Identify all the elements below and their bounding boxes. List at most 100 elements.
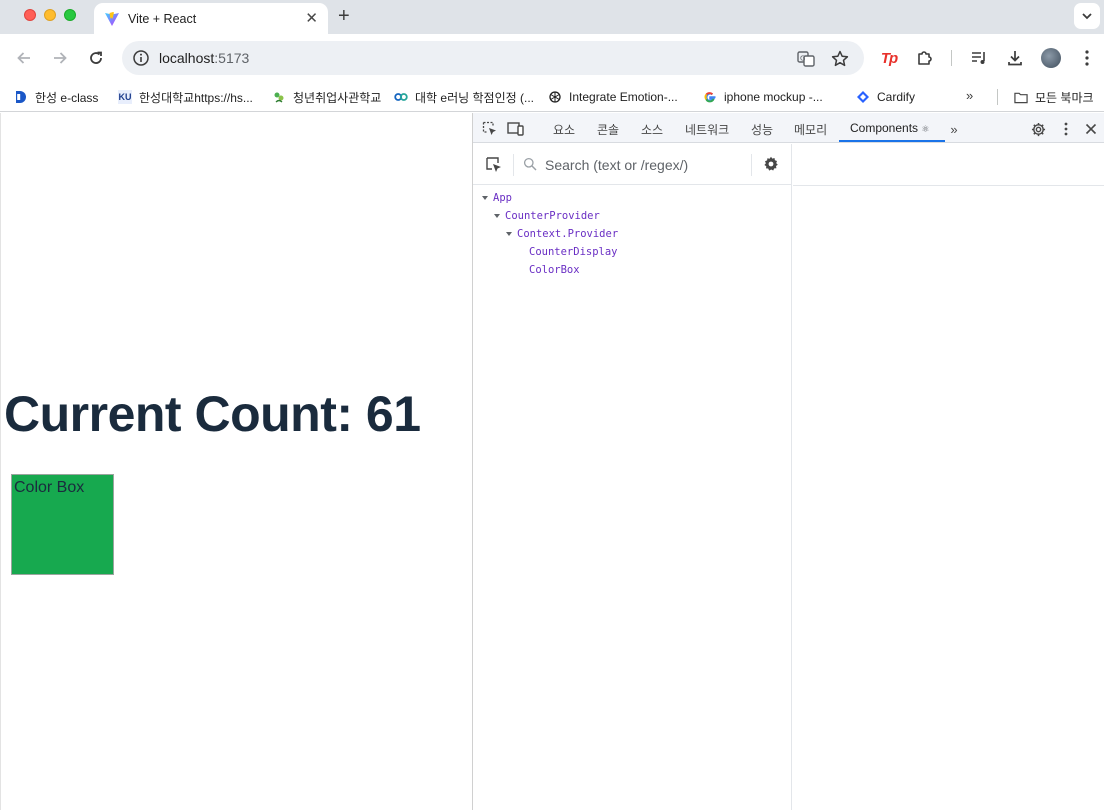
translate-icon[interactable]: G xyxy=(796,49,816,69)
devtools-tab-console[interactable]: 콘솔 xyxy=(597,121,619,138)
browser-tab-active[interactable]: Vite + React ✕ xyxy=(94,3,328,34)
tree-node-label: ColorBox xyxy=(529,264,580,276)
chevron-down-icon xyxy=(1082,13,1092,20)
youth-academy-icon xyxy=(272,90,286,104)
bookmark-hansung-univ[interactable]: KU 한성대학교https://hs... xyxy=(118,88,253,106)
devtools-tab-components[interactable]: Components ⚛ xyxy=(850,121,929,135)
site-info-icon[interactable] xyxy=(132,49,150,67)
tree-node-counter-provider[interactable]: CounterProvider xyxy=(494,207,600,225)
tree-node-color-box[interactable]: ColorBox xyxy=(529,261,580,279)
all-bookmarks-label: 모든 북마크 xyxy=(1035,90,1094,105)
browser-menu-button[interactable] xyxy=(1076,47,1098,69)
arrow-left-icon xyxy=(17,52,30,64)
folder-icon xyxy=(1014,90,1028,104)
forward-button[interactable] xyxy=(48,46,72,70)
inspect-element-icon[interactable] xyxy=(481,120,499,138)
address-host: localhost xyxy=(159,50,215,66)
all-bookmarks-folder[interactable]: 모든 북마크 xyxy=(1014,88,1094,106)
tree-node-context-provider[interactable]: Context.Provider xyxy=(506,225,618,243)
components-tab-label: Components xyxy=(850,121,919,135)
kebab-menu-icon xyxy=(1085,50,1089,66)
close-window-button[interactable] xyxy=(24,9,36,21)
tab-strip: Vite + React ✕ + xyxy=(0,0,1104,34)
address-port: :5173 xyxy=(214,50,250,66)
devtools-tab-network[interactable]: 네트워크 xyxy=(685,121,729,138)
download-icon[interactable] xyxy=(1004,47,1026,69)
tp-extension-icon[interactable]: Tp xyxy=(878,47,900,69)
browser-toolbar: localhost:5173 G Tp xyxy=(0,34,1104,82)
components-search-input[interactable] xyxy=(545,155,745,175)
tree-node-counter-display[interactable]: CounterDisplay xyxy=(529,243,618,261)
bookmark-label: 한성 e-class xyxy=(35,90,99,105)
svg-text:G: G xyxy=(800,55,805,63)
bookmark-elearning[interactable]: 대학 e러닝 학점인정 (... xyxy=(394,88,534,106)
bookmark-label: 청년취업사관학교 xyxy=(293,90,382,105)
select-component-icon[interactable] xyxy=(485,156,503,174)
bookmark-hansung-eclass[interactable]: 한성 e-class xyxy=(14,88,98,106)
gear-icon[interactable] xyxy=(763,156,779,172)
bookmark-label: iphone mockup -... xyxy=(724,90,823,104)
extensions-puzzle-icon[interactable] xyxy=(914,47,936,69)
minimize-window-button[interactable] xyxy=(44,9,56,21)
bookmark-label: 한성대학교https://hs... xyxy=(139,90,253,105)
tree-node-label: Context.Provider xyxy=(517,228,619,240)
elearning-icon xyxy=(394,90,408,104)
page-viewport: Current Count: 61 Color Box xyxy=(0,113,472,810)
devtools-tab-bar: 요소 콘솔 소스 네트워크 성능 메모리 Components ⚛ » xyxy=(473,113,1104,143)
profile-avatar[interactable] xyxy=(1040,47,1062,69)
avatar xyxy=(1041,48,1061,68)
arrow-right-icon xyxy=(54,52,67,64)
openai-icon xyxy=(548,90,562,104)
tab-close-icon[interactable]: ✕ xyxy=(305,11,318,26)
tab-search-button[interactable] xyxy=(1074,3,1100,29)
new-tab-button[interactable]: + xyxy=(338,6,350,26)
tab-title: Vite + React xyxy=(128,11,197,26)
tree-node-label: App xyxy=(493,192,512,204)
cardify-icon xyxy=(856,90,870,104)
tree-node-app[interactable]: App xyxy=(482,189,512,207)
bookmarks-divider xyxy=(997,89,998,105)
more-tabs-icon[interactable]: » xyxy=(945,120,963,138)
react-icon: ⚛ xyxy=(921,124,930,134)
tree-node-label: CounterProvider xyxy=(505,210,600,222)
caret-down-icon[interactable] xyxy=(506,232,512,236)
devtools-close-icon[interactable] xyxy=(1082,120,1100,138)
google-icon xyxy=(703,90,717,104)
fullscreen-window-button[interactable] xyxy=(64,9,76,21)
bookmark-iphone-mockup[interactable]: iphone mockup -... xyxy=(703,88,823,106)
bookmark-star-icon[interactable] xyxy=(830,49,850,69)
devtools-tab-performance[interactable]: 성능 xyxy=(751,121,773,138)
color-box-label: Color Box xyxy=(14,479,85,496)
devtools-panel: 요소 콘솔 소스 네트워크 성능 메모리 Components ⚛ » Sear… xyxy=(472,113,1104,810)
device-toolbar-icon[interactable] xyxy=(507,120,525,138)
reload-icon xyxy=(90,51,102,64)
devtools-tab-elements[interactable]: 요소 xyxy=(553,121,575,138)
bookmarks-bar: 한성 e-class KU 한성대학교https://hs... 청년취업사관학… xyxy=(0,82,1104,112)
component-details-header xyxy=(793,144,1104,186)
bookmarks-overflow-icon[interactable]: » xyxy=(966,88,973,103)
bookmark-youth-academy[interactable]: 청년취업사관학교 xyxy=(272,88,381,106)
settings-divider xyxy=(751,154,752,176)
bookmark-label: 대학 e러닝 학점인정 (... xyxy=(415,90,534,105)
bookmark-integrate-emotion[interactable]: Integrate Emotion-... xyxy=(548,88,678,106)
bookmark-cardify[interactable]: Cardify xyxy=(856,88,915,106)
hansung-eclass-icon xyxy=(14,90,28,104)
devtools-tab-memory[interactable]: 메모리 xyxy=(794,121,827,138)
components-search-bar xyxy=(473,144,792,185)
media-control-icon[interactable] xyxy=(968,47,990,69)
devtools-menu-icon[interactable] xyxy=(1057,120,1075,138)
address-text[interactable]: localhost:5173 xyxy=(159,50,249,66)
search-icon xyxy=(523,157,537,171)
current-count-heading: Current Count: 61 xyxy=(4,386,421,442)
hansung-univ-icon: KU xyxy=(118,90,132,104)
devtools-tab-sources[interactable]: 소스 xyxy=(641,121,663,138)
back-button[interactable] xyxy=(12,46,36,70)
bookmark-label: Cardify xyxy=(877,90,916,104)
vite-icon xyxy=(105,11,119,26)
devtools-settings-icon[interactable] xyxy=(1029,120,1047,138)
caret-down-icon[interactable] xyxy=(494,214,500,218)
reload-button[interactable] xyxy=(84,46,108,70)
caret-down-icon[interactable] xyxy=(482,196,488,200)
address-bar[interactable]: localhost:5173 G xyxy=(122,41,864,75)
color-box: Color Box xyxy=(11,474,114,575)
